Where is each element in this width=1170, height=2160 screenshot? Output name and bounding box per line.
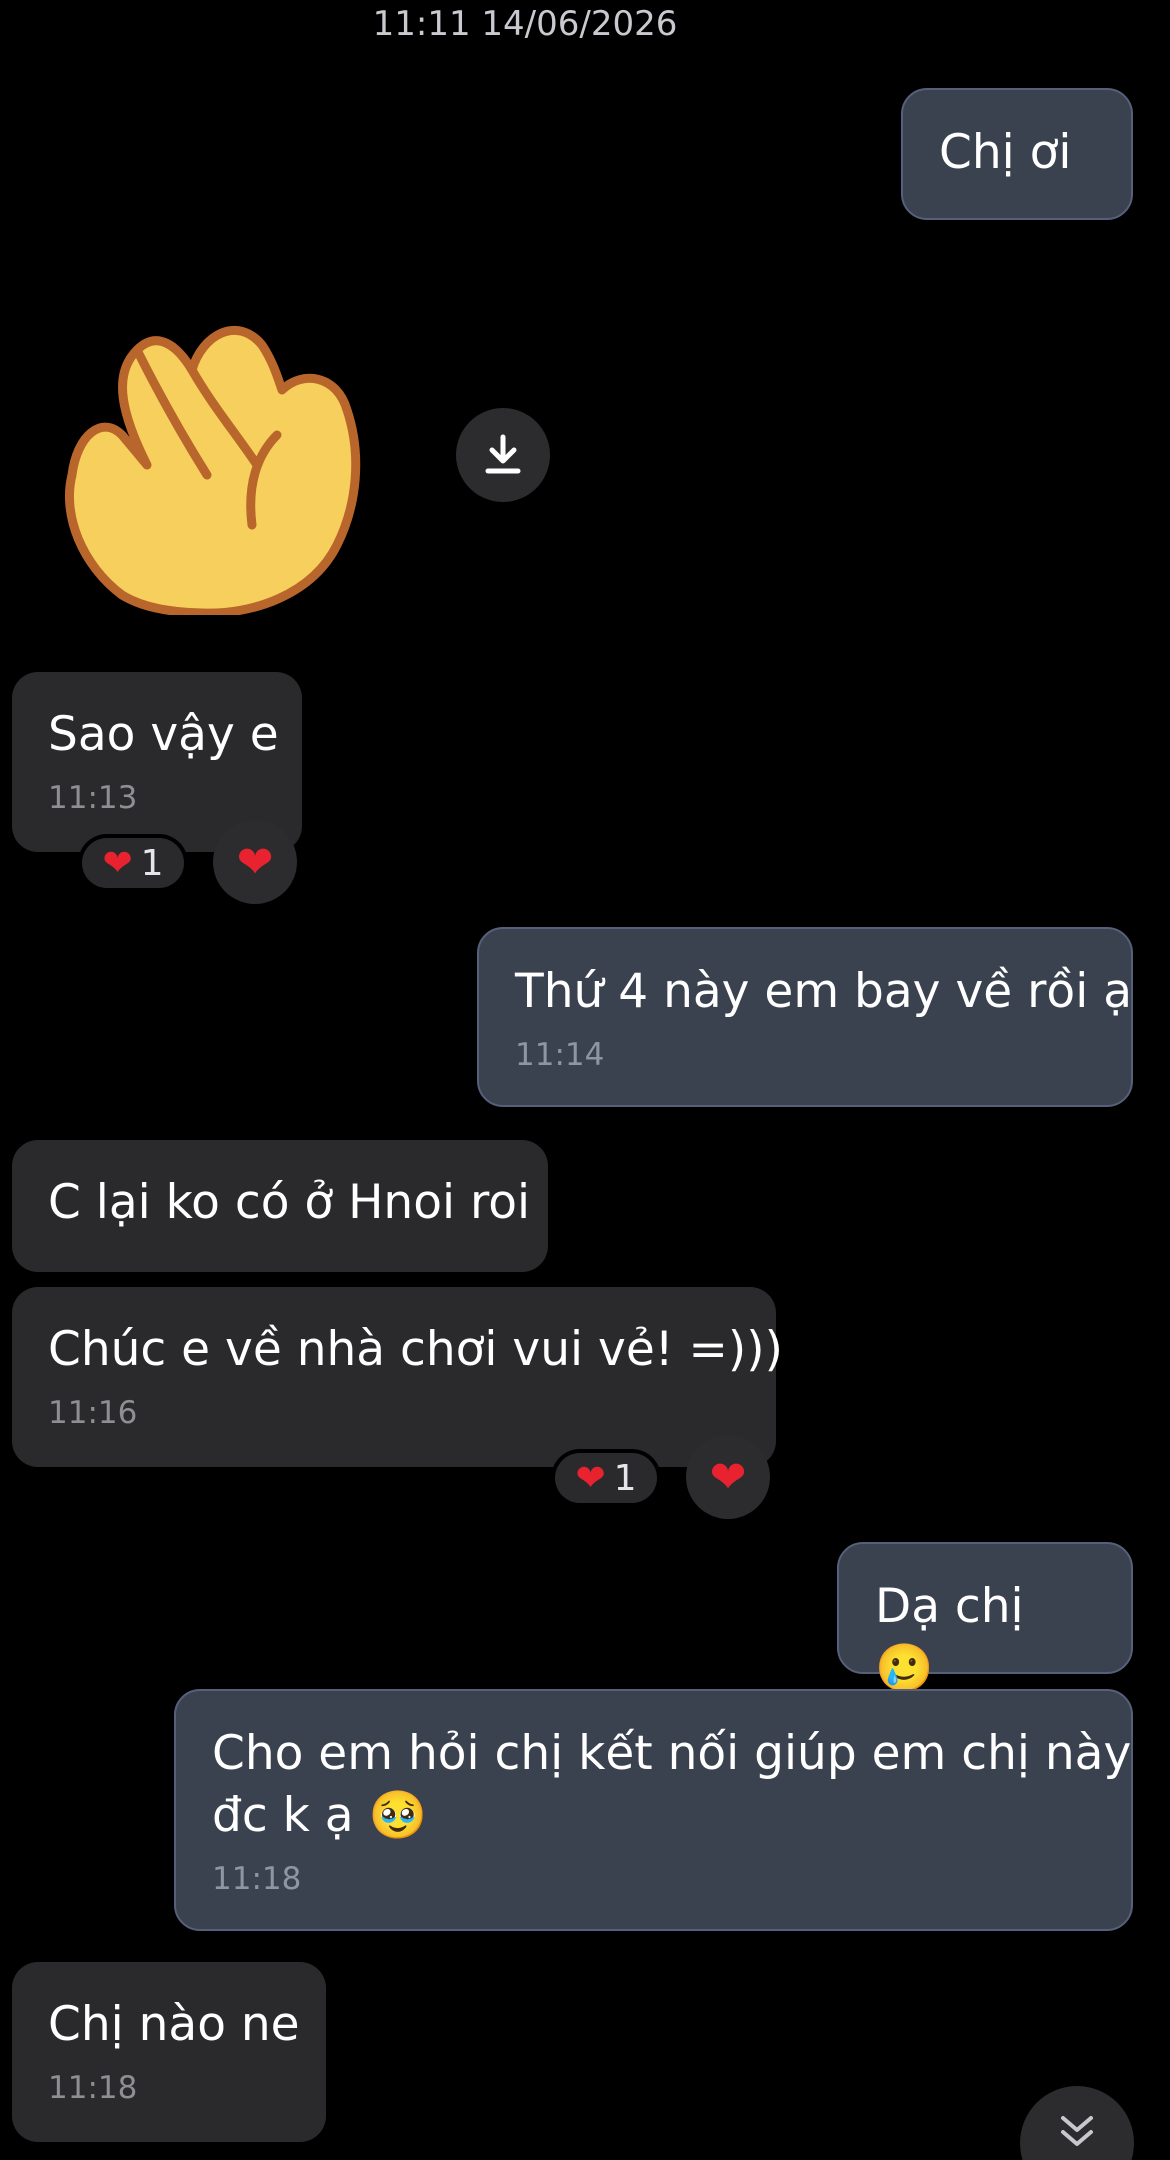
message-text: Chị ơi (939, 125, 1072, 180)
message-bubble-received[interactable]: Chị nào ne 11:18 (12, 1962, 326, 2142)
message-text: Sao vậy e (48, 707, 279, 762)
message-bubble-sent[interactable]: Chị ơi (901, 88, 1133, 220)
message-text: Chúc e về nhà chơi vui vẻ! =))) (48, 1322, 783, 1377)
message-bubble-sent[interactable]: Cho em hỏi chị kết nối giúp em chị này đ… (174, 1689, 1133, 1931)
add-reaction-button[interactable]: ❤ (213, 820, 297, 904)
pleading-face-emoji: 🥹 (368, 1788, 428, 1843)
message-bubble-sent[interactable]: Dạ chị 🥲 (837, 1542, 1133, 1696)
message-time: 11:16 (48, 1395, 138, 1431)
message-text: C lại ko có ở Hnoi roi (48, 1175, 531, 1230)
message-time: 11:14 (515, 1037, 605, 1073)
message-text: Dạ chị (875, 1579, 1024, 1634)
crying-smile-emoji: 🥲 (875, 1641, 934, 1696)
heart-icon: ❤ (236, 836, 274, 888)
message-bubble-received[interactable]: Chúc e về nhà chơi vui vẻ! =))) 11:16 (12, 1287, 783, 1467)
message-time: 11:13 (48, 780, 138, 816)
message-time: 11:18 (48, 2070, 138, 2106)
reaction-count: 1 (613, 1457, 637, 1499)
reaction-count: 1 (140, 842, 164, 884)
heart-icon: ❤ (102, 842, 133, 884)
download-button[interactable] (456, 408, 550, 502)
reaction-count-chip[interactable]: ❤ 1 (555, 1453, 657, 1503)
reaction-count-chip[interactable]: ❤ 1 (82, 838, 184, 888)
waving-hand-icon (64, 325, 361, 618)
add-reaction-button[interactable]: ❤ (686, 1435, 770, 1519)
message-text-line-2: đc k ạ (212, 1788, 354, 1843)
heart-icon: ❤ (709, 1451, 747, 1503)
scroll-to-bottom-button[interactable] (1020, 2086, 1134, 2160)
message-time: 11:18 (212, 1861, 302, 1897)
message-bubble-sent[interactable]: Thứ 4 này em bay về rồi ạ 11:14 (477, 927, 1133, 1107)
double-chevron-down-icon (1061, 2116, 1093, 2146)
message-text: Thứ 4 này em bay về rồi ạ (515, 964, 1132, 1019)
waving-hand-sticker[interactable] (62, 315, 372, 618)
download-icon (485, 434, 521, 474)
message-text: Chị nào ne (48, 1997, 300, 2052)
chat-screen: 11:11 14/06/2026 Chị ơi Sao vậy e 11:13 (0, 0, 1170, 2160)
message-bubble-received[interactable]: C lại ko có ở Hnoi roi (12, 1140, 548, 1272)
message-text-line-1: Cho em hỏi chị kết nối giúp em chị này (212, 1726, 1132, 1781)
heart-icon: ❤ (575, 1457, 606, 1499)
date-separator: 11:11 14/06/2026 (372, 4, 678, 44)
